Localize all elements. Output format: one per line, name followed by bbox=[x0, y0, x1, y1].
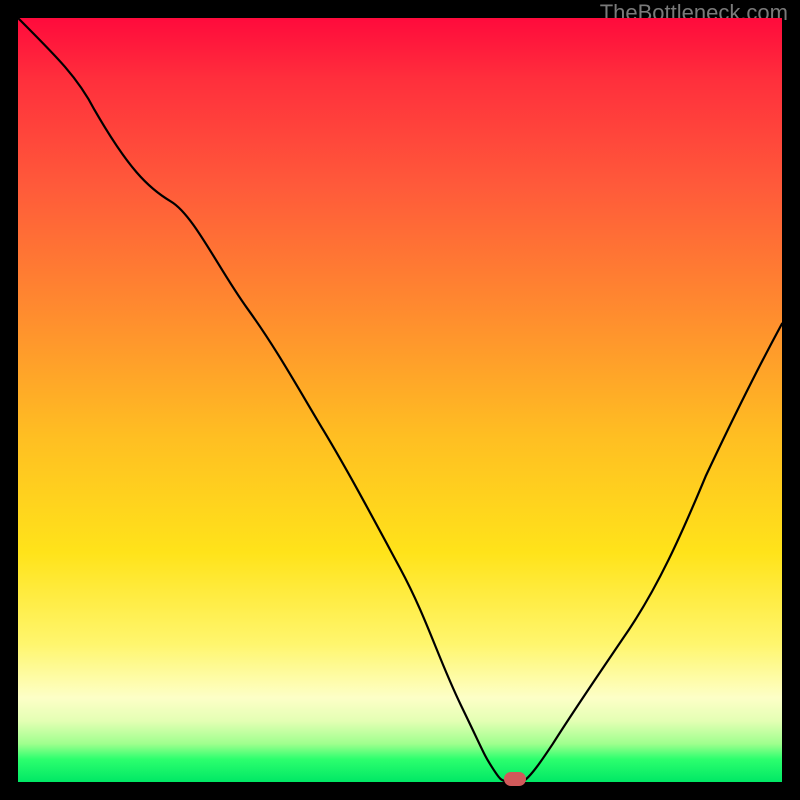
optimal-marker bbox=[504, 772, 526, 786]
plot-area bbox=[18, 18, 782, 782]
bottleneck-curve bbox=[18, 18, 782, 782]
chart-frame: TheBottleneck.com bbox=[0, 0, 800, 800]
